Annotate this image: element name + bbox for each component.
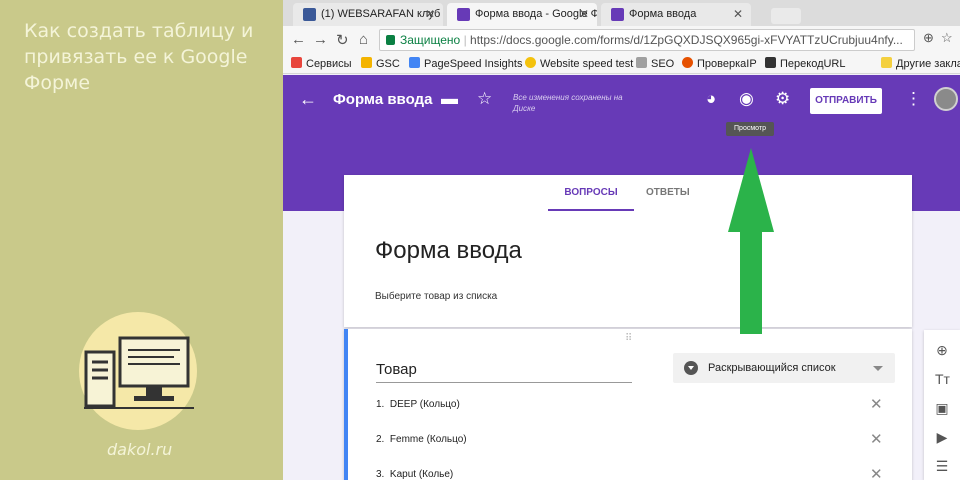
avatar[interactable] — [934, 87, 958, 111]
apps-icon — [291, 57, 302, 68]
bookmark-item[interactable]: ПерекодURL — [765, 57, 846, 70]
seo-icon — [636, 57, 647, 68]
form-title[interactable]: Форма ввода — [375, 237, 522, 265]
computer-logo-icon — [84, 336, 194, 409]
more-vert-icon[interactable]: ⋮ — [905, 89, 922, 109]
section-icon[interactable]: ☰ — [935, 458, 949, 474]
browser-window: (1) WEBSARAFAN клуб д ✕ Форма ввода - Go… — [283, 0, 960, 480]
facebook-icon — [303, 8, 316, 21]
google-forms-icon — [611, 8, 624, 21]
close-icon[interactable]: ✕ — [870, 395, 883, 413]
save-status: Все изменения сохранены на Диске — [513, 93, 623, 113]
bookmark-item[interactable]: ПроверкаIP — [682, 57, 757, 70]
video-icon[interactable]: ▶ — [935, 429, 949, 445]
bookmark-item[interactable]: Другие закла — [881, 57, 960, 70]
home-icon[interactable]: ⌂ — [359, 31, 368, 48]
tab-answers[interactable]: ОТВЕТЫ — [646, 187, 690, 198]
form-description[interactable]: Выберите товар из списка — [375, 291, 497, 302]
drag-handle-icon[interactable]: ⠿ — [625, 333, 633, 344]
ip-check-icon — [682, 57, 693, 68]
speedtest-icon — [525, 57, 536, 68]
list-item[interactable]: 1. DEEP (Кольцо) — [376, 399, 460, 410]
close-icon[interactable]: ✕ — [870, 465, 883, 480]
preview-eye-icon[interactable]: ◉ — [739, 89, 754, 109]
browser-tab-form-edit[interactable]: Форма ввода - Google Ф ✕ — [447, 3, 597, 26]
question-type-select[interactable]: Раскрывающийся список — [673, 353, 895, 383]
promo-panel: Как создать таблицу и привязать ее к Goo… — [0, 0, 283, 480]
question-type-label: Раскрывающийся список — [708, 362, 836, 374]
browser-tab-facebook[interactable]: (1) WEBSARAFAN клуб д ✕ — [293, 3, 443, 26]
tab-questions[interactable]: ВОПРОСЫ — [548, 187, 634, 211]
annotation-arrow-icon — [728, 148, 774, 334]
new-tab-button[interactable] — [771, 8, 801, 24]
bookmark-item[interactable]: Website speed test — [525, 57, 633, 70]
gear-icon[interactable]: ⚙ — [775, 89, 790, 109]
preview-tooltip: Просмотр — [726, 122, 774, 136]
question-title-input[interactable]: Товар — [376, 361, 632, 383]
bookmarks-bar: Сервисы GSC PageSpeed Insights Website s… — [283, 54, 960, 74]
add-question-icon[interactable]: ⊕ — [935, 342, 949, 358]
close-icon[interactable]: ✕ — [733, 7, 743, 21]
back-arrow-icon[interactable]: ← — [299, 89, 317, 110]
promo-title: Как создать таблицу и привязать ее к Goo… — [24, 20, 254, 94]
back-arrow-icon[interactable]: ← — [291, 31, 306, 48]
chevron-down-icon — [873, 366, 883, 371]
bookmark-item[interactable]: GSC — [361, 57, 400, 70]
side-toolbar: ⊕ Tт ▣ ▶ ☰ — [924, 330, 960, 480]
bookmark-item[interactable]: SEO — [636, 57, 674, 70]
tab-bar: (1) WEBSARAFAN клуб д ✕ Форма ввода - Go… — [283, 0, 960, 26]
tab-label: Форма ввода — [629, 8, 697, 20]
secure-label: Защищено — [400, 33, 461, 47]
list-item[interactable]: 2. Femme (Кольцо) — [376, 434, 467, 445]
gsc-icon — [361, 57, 372, 68]
pagespeed-icon — [409, 57, 420, 68]
zoom-icon[interactable]: ⊕ — [923, 30, 934, 46]
palette-icon[interactable]: ◕ — [706, 89, 716, 109]
close-icon[interactable]: ✕ — [425, 7, 435, 21]
list-item[interactable]: 3. Kaput (Колье) — [376, 469, 453, 480]
folder-icon — [881, 57, 892, 68]
google-forms-icon — [457, 8, 470, 21]
bookmark-item[interactable]: Сервисы — [291, 57, 352, 70]
site-label: dakol.ru — [107, 440, 173, 459]
title-text-icon[interactable]: Tт — [935, 371, 950, 387]
close-icon[interactable]: ✕ — [870, 430, 883, 448]
address-bar: ← → ↻ ⌂ Защищено | https://docs.google.c… — [283, 26, 960, 54]
form-doc-title[interactable]: Форма ввода — [333, 91, 432, 108]
url-decode-icon — [765, 57, 776, 68]
bookmark-star-icon[interactable]: ☆ — [941, 30, 953, 46]
lock-icon — [386, 35, 395, 45]
reload-icon[interactable]: ↻ — [336, 31, 349, 49]
question-card[interactable]: ⠿ Товар Раскрывающийся список 1. DEEP (К… — [344, 329, 912, 480]
bookmark-item[interactable]: PageSpeed Insights — [409, 57, 522, 70]
forward-arrow-icon[interactable]: → — [313, 31, 328, 48]
close-icon[interactable]: ✕ — [579, 7, 589, 21]
url-input[interactable]: Защищено | https://docs.google.com/forms… — [379, 29, 915, 51]
browser-tab-form-view[interactable]: Форма ввода ✕ — [601, 3, 751, 26]
dropdown-type-icon — [684, 361, 698, 375]
url-text: https://docs.google.com/forms/d/1ZpGQXDJ… — [470, 33, 903, 47]
star-icon[interactable]: ☆ — [477, 89, 492, 109]
folder-icon[interactable]: ▬ — [441, 89, 458, 109]
image-icon[interactable]: ▣ — [935, 400, 949, 416]
send-button[interactable]: ОТПРАВИТЬ — [810, 88, 882, 114]
form-header-card: ВОПРОСЫ ОТВЕТЫ Форма ввода Выберите това… — [344, 175, 912, 327]
